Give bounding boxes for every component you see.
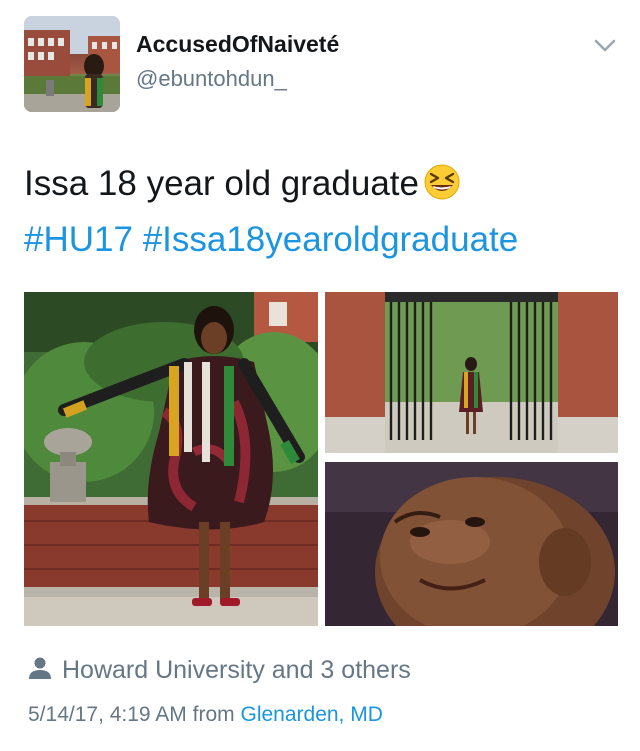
media-grid <box>24 292 618 626</box>
from-label: from <box>192 703 235 726</box>
tweet-text-line-1: Issa 18 year old graduate <box>24 156 620 212</box>
person-icon <box>29 657 51 679</box>
tweet-meta: 5/14/17, 4:19 AM from Glenarden, MD <box>28 703 383 727</box>
tweet-header: AccusedOfNaiveté @ebuntohdun_ <box>24 16 620 112</box>
graduate-gate-photo[interactable] <box>325 292 618 453</box>
display-name[interactable]: AccusedOfNaiveté <box>136 31 339 58</box>
tweet-body-text: Issa 18 year old graduate <box>24 164 419 203</box>
tagged-location[interactable]: Howard University and 3 others <box>28 656 411 690</box>
proud-child-meme-photo[interactable] <box>325 462 618 626</box>
tweet-text-line-2: #HU17 #Issa18yearoldgraduate <box>24 212 620 268</box>
hashtag-link[interactable]: #Issa18yearoldgraduate <box>143 220 519 259</box>
grinning-squinting-face-icon <box>424 164 460 200</box>
hashtag-link[interactable]: #HU17 <box>24 220 133 259</box>
avatar[interactable] <box>24 16 120 112</box>
chevron-down-icon[interactable] <box>594 38 616 54</box>
graduate-twirl-photo[interactable] <box>24 292 318 626</box>
place-link[interactable]: Glenarden, MD <box>240 703 382 726</box>
user-handle[interactable]: @ebuntohdun_ <box>136 66 287 92</box>
tweet-text: Issa 18 year old graduate #HU17 #Issa18y… <box>24 156 620 268</box>
tagged-location-text: Howard University and 3 others <box>62 656 411 684</box>
timestamp[interactable]: 5/14/17, 4:19 AM <box>28 703 187 726</box>
